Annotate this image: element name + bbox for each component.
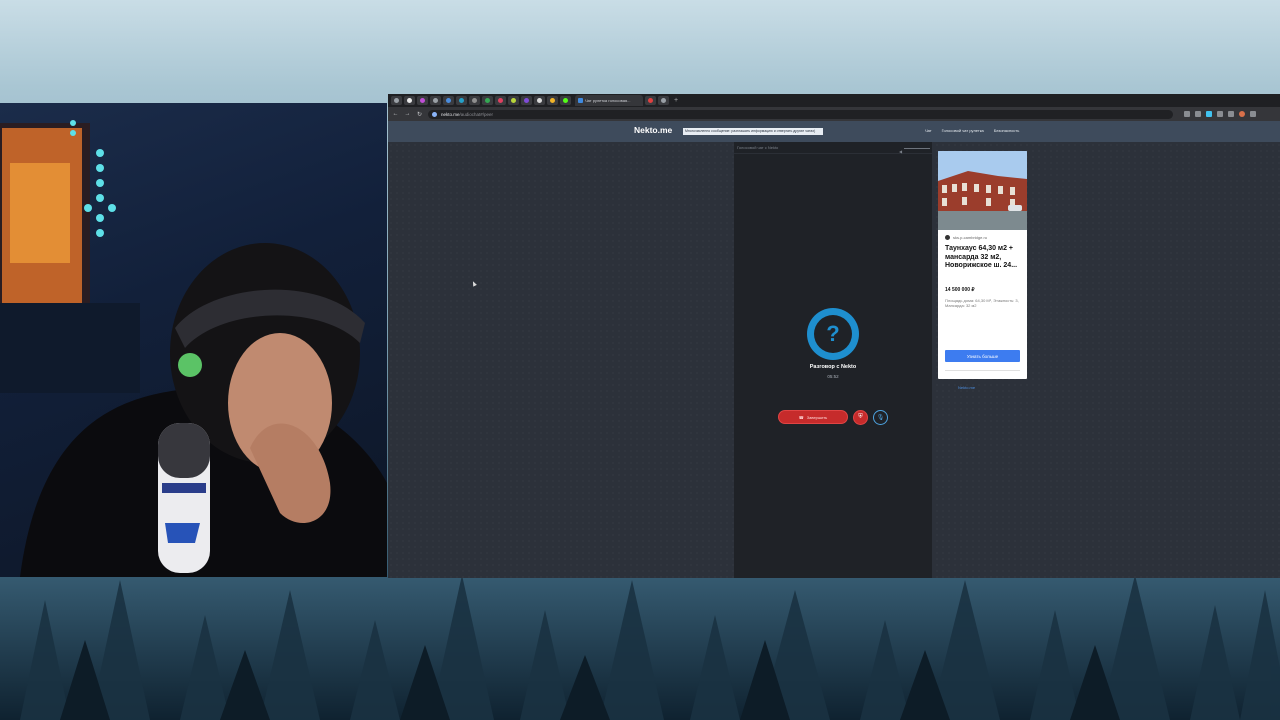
site-nav: Чат Голосовой чат рулетка Безопасность — [925, 128, 1019, 133]
forward-icon[interactable]: → — [404, 111, 411, 117]
nekto-favicon-icon — [578, 98, 583, 103]
advertisement-card[interactable]: sks.p-cambridge.ru Таунхаус 64,30 м2 + м… — [938, 151, 1027, 379]
extension-icon[interactable] — [1184, 111, 1190, 117]
phone-hangup-icon: ☎ — [798, 414, 804, 420]
tab-search-icon[interactable] — [391, 96, 402, 105]
sidebar-icon[interactable] — [1228, 111, 1234, 117]
tab-app-icon[interactable] — [547, 96, 558, 105]
tab-x-icon[interactable] — [404, 96, 415, 105]
volume-slider[interactable] — [904, 148, 930, 149]
ad-divider — [945, 370, 1020, 371]
site-info-icon[interactable] — [432, 111, 437, 117]
browser-window: Чат рулетка голосовая... + ← → ↻ nekto.m… — [388, 94, 1280, 578]
volume-icon[interactable]: ◀ — [899, 146, 902, 158]
nav-link-chat[interactable]: Чат — [925, 128, 932, 133]
url-host: nekto.me — [441, 111, 460, 117]
extensions-area — [1184, 111, 1256, 117]
tab-app-icon[interactable] — [443, 96, 454, 105]
tab-app-icon[interactable] — [417, 96, 428, 105]
url-field[interactable]: nekto.me/audiochat#/peer — [428, 109, 1173, 119]
tab-app-icon[interactable] — [658, 96, 669, 105]
extension-icon[interactable] — [1206, 111, 1212, 117]
tab-bar: Чат рулетка голосовая... + — [388, 94, 1280, 107]
ad-footer-link[interactable]: Nekto.me — [958, 385, 975, 390]
ad-description: Площадь дома: 64,30 М², Этажность: 3, Ма… — [945, 298, 1019, 308]
ad-domain: sks.p-cambridge.ru — [953, 235, 988, 240]
notice-banner: Многочисленно сообщение: разглашать инфо… — [683, 128, 823, 135]
forest-background — [0, 560, 1280, 720]
end-call-button[interactable]: ☎ Завершить — [778, 410, 848, 424]
tab-nekto[interactable]: Чат рулетка голосовая... — [575, 95, 643, 106]
tab-app-icon[interactable] — [645, 96, 656, 105]
question-mark-icon: ? — [814, 315, 852, 353]
site-header: Nekto.me Многочисленно сообщение: разгла… — [388, 121, 1280, 142]
back-icon[interactable]: ← — [392, 111, 399, 117]
conversation-title: Разговор с Nekto — [809, 364, 857, 370]
tab-app-icon[interactable] — [495, 96, 506, 105]
nav-link-voice-roulette[interactable]: Голосовой чат рулетка — [942, 128, 984, 133]
extension-icon[interactable] — [1217, 111, 1223, 117]
chat-panel-title: Голосовой чат с Nekto — [737, 145, 779, 150]
ad-title: Таунхаус 64,30 м2 + мансарда 32 м2, Ново… — [945, 245, 1018, 269]
star-icon[interactable] — [1195, 111, 1201, 117]
microphone-icon: 🎙 — [876, 415, 885, 421]
tab-title: Чат рулетка голосовая... — [585, 98, 631, 103]
partner-avatar: ? — [807, 308, 859, 360]
reload-icon[interactable]: ↻ — [416, 111, 423, 118]
chat-panel-header: Голосовой чат с Nekto ◀ — [734, 142, 932, 154]
tab-app-icon[interactable] — [430, 96, 441, 105]
ad-learn-more-button[interactable]: Узнать больше — [945, 350, 1020, 362]
shield-icon: ⛨ — [858, 414, 863, 420]
menu-icon[interactable] — [1250, 111, 1256, 117]
ad-townhouse-image — [938, 151, 1027, 230]
ad-favicon-icon — [945, 235, 950, 240]
mouse-cursor — [471, 280, 477, 287]
tab-app-icon[interactable] — [508, 96, 519, 105]
url-path: /audiochat#/peer — [459, 111, 494, 117]
tab-app-icon[interactable] — [469, 96, 480, 105]
nav-link-safety[interactable]: Безопасность — [994, 128, 1020, 133]
site-logo[interactable]: Nekto.me — [634, 125, 672, 135]
webcam-overlay — [0, 103, 387, 577]
end-call-label: Завершить — [806, 414, 828, 420]
new-tab-icon[interactable]: + — [674, 97, 678, 104]
ad-domain-row: sks.p-cambridge.ru — [945, 235, 987, 240]
profile-avatar-icon[interactable] — [1239, 111, 1245, 117]
report-button[interactable]: ⛨ — [853, 410, 868, 425]
tab-app-icon[interactable] — [560, 96, 571, 105]
voice-chat-panel: Голосовой чат с Nekto ◀ ? Разговор с Nek… — [734, 142, 932, 578]
address-bar: ← → ↻ nekto.me/audiochat#/peer — [388, 107, 1280, 121]
tab-app-icon[interactable] — [456, 96, 467, 105]
streamer-camera-image — [0, 120, 387, 577]
site-body: Голосовой чат с Nekto ◀ ? Разговор с Nek… — [388, 142, 1280, 578]
ad-price: 14 500 000 ₽ — [945, 287, 975, 293]
microphone-button[interactable]: 🎙 — [873, 410, 888, 425]
conversation-timer: 05:52 — [827, 374, 839, 379]
tab-app-icon[interactable] — [534, 96, 545, 105]
tab-app-icon[interactable] — [482, 96, 493, 105]
ad-footer: Nekto.me — [958, 385, 975, 390]
tab-app-icon[interactable] — [521, 96, 532, 105]
